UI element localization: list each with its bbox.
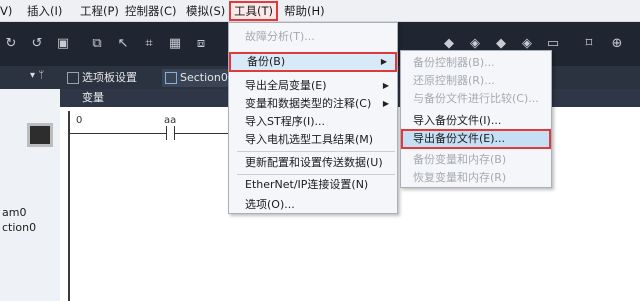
menu-tools[interactable]: 工具(T) [229, 1, 278, 21]
submenu-arrow-icon: ▶ [380, 57, 387, 66]
submenu-arrow-icon: ▶ [382, 99, 389, 108]
menu-item-restore-vars[interactable]: 恢复变量和内存(R) [401, 168, 551, 188]
menu-separator [237, 151, 395, 152]
undo-icon[interactable]: ↺ [28, 35, 46, 53]
menu-item-label: 备份(B) [247, 55, 286, 68]
project-pane-body: am0 ction0 [0, 89, 60, 301]
menu-item-import-motor-tool[interactable]: 导入电机选型工具结果(M) [229, 130, 397, 150]
controller-thumbnail[interactable] [27, 123, 53, 147]
menu-item-export-global-vars[interactable]: 导出全局变量(E) ▶ [229, 76, 397, 96]
menu-help[interactable]: 帮助(H) [284, 3, 325, 19]
window-icon[interactable]: ⧉ [88, 35, 106, 53]
menu-item-import-backup[interactable]: 导入备份文件(I)... [401, 111, 551, 131]
palette-icon [67, 72, 79, 84]
rung-number: 0 [76, 115, 83, 126]
backup-submenu: 备份控制器(B)... 还原控制器(R)... 与备份文件进行比较(C)... … [400, 50, 552, 188]
menu-item-var-comments[interactable]: 变量和数据类型的注释(C) ▶ [229, 94, 397, 114]
menu-item-options[interactable]: 选项(O)... [229, 195, 397, 215]
submenu-arrow-icon: ▶ [382, 81, 389, 90]
menu-project[interactable]: 工程(P) [80, 3, 119, 19]
menu-item-fault-analysis[interactable]: 故障分析(T)... [229, 27, 397, 47]
menu-insert[interactable]: 插入(I) [27, 3, 62, 19]
redo-icon[interactable]: ↻ [2, 35, 20, 53]
menu-simulation[interactable]: 模拟(S) [186, 3, 225, 19]
pointer-icon[interactable]: ↖ [114, 35, 132, 53]
menu-item-label: 导出全局变量(E) [245, 79, 327, 92]
contact-left-bar[interactable] [166, 126, 167, 140]
menu-item-backup-controller[interactable]: 备份控制器(B)... [401, 53, 551, 73]
rung-wire-right [175, 133, 228, 134]
tree-item-section[interactable]: ction0 [2, 221, 36, 234]
rung-wire-left [70, 133, 166, 134]
tab-label: 选项板设置 [82, 71, 137, 84]
contact-variable-label[interactable]: aa [164, 115, 176, 126]
project-pane-header: ▾ ᛘ [0, 66, 60, 89]
tab-palette-settings[interactable]: 选项板设置 [64, 69, 137, 87]
tools-menu: 故障分析(T)... 备份(B) ▶ 导出全局变量(E) ▶ 变量和数据类型的注… [228, 22, 398, 214]
menu-item-label: 变量和数据类型的注释(C) [245, 97, 372, 110]
left-power-rail [68, 111, 70, 301]
zoom-icon[interactable]: ⊕ [608, 35, 626, 53]
menu-bar: V) 插入(I) 工程(P) 控制器(C) 模拟(S) 工具(T) 帮助(H) [0, 0, 640, 22]
menu-item-restore-controller[interactable]: 还原控制器(R)... [401, 71, 551, 91]
project-pane: ▾ ᛘ am0 ction0 [0, 66, 60, 301]
menu-item-export-backup[interactable]: 导出备份文件(E)... [401, 129, 551, 149]
crossbar-icon[interactable]: ⌗ [140, 35, 158, 53]
menu-item-backup[interactable]: 备份(B) ▶ [229, 52, 397, 72]
pin-icon[interactable]: ▾ ᛘ [30, 70, 44, 81]
link-icon[interactable]: ⧈ [192, 35, 210, 53]
menu-item-import-st[interactable]: 导入ST程序(I)... [229, 112, 397, 132]
menu-item-update-config[interactable]: 更新配置和设置传送数据(U) [229, 153, 397, 173]
menu-item-backup-vars[interactable]: 备份变量和内存(B) [401, 150, 551, 170]
clipboard-icon[interactable]: ▣ [54, 35, 72, 53]
target-icon[interactable]: ⌑ [580, 35, 598, 53]
menu-item-compare-backup[interactable]: 与备份文件进行比较(C)... [401, 89, 551, 109]
menu-controller[interactable]: 控制器(C) [125, 3, 177, 19]
ladder-icon [165, 72, 177, 84]
menu-item-ethernetip[interactable]: EtherNet/IP连接设置(N) [229, 175, 397, 195]
menu-view[interactable]: V) [0, 3, 12, 19]
tree-item-program[interactable]: am0 [2, 206, 26, 219]
grid-icon[interactable]: ▦ [166, 35, 184, 53]
